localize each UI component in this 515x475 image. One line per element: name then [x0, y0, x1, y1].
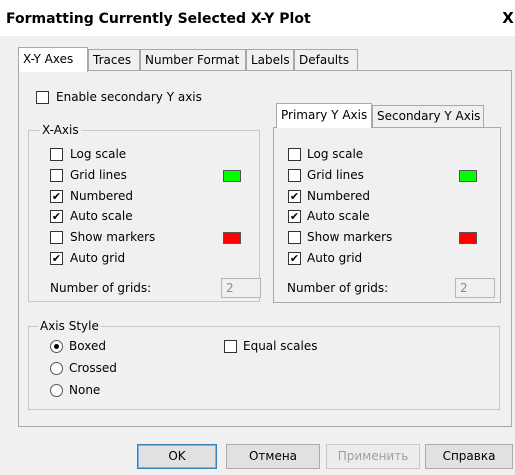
x-num-grids-input[interactable]: 2	[221, 278, 261, 298]
crossed-label: Crossed	[69, 361, 117, 375]
y-num-grids-input[interactable]: 2	[455, 278, 495, 298]
tab-secondary-y-axis[interactable]: Secondary Y Axis	[372, 105, 484, 127]
y-num-grids-label: Number of grids:	[287, 281, 389, 295]
x-marker-color-swatch[interactable]	[223, 232, 241, 244]
none-label: None	[69, 383, 101, 397]
enable-secondary-y-checkbox[interactable]	[36, 91, 49, 104]
help-button[interactable]: Справка	[425, 444, 513, 469]
y-marker-color-swatch[interactable]	[459, 232, 477, 244]
y-grid-lines-checkbox[interactable]	[288, 169, 301, 182]
tab-defaults[interactable]: Defaults	[294, 49, 358, 71]
x-auto-scale-checkbox[interactable]: ✔	[50, 210, 63, 223]
x-show-markers-label: Show markers	[70, 230, 156, 244]
x-grid-color-swatch[interactable]	[223, 170, 241, 182]
x-numbered-checkbox[interactable]: ✔	[50, 190, 63, 203]
none-radio[interactable]	[50, 384, 63, 397]
close-button[interactable]: X	[501, 8, 515, 28]
enable-secondary-y-label: Enable secondary Y axis	[56, 90, 202, 104]
y-grid-color-swatch[interactable]	[459, 170, 477, 182]
y-auto-scale-label: Auto scale	[307, 209, 370, 223]
x-grid-lines-checkbox[interactable]	[50, 169, 63, 182]
y-log-scale-label: Log scale	[307, 147, 364, 161]
y-numbered-label: Numbered	[307, 189, 370, 203]
x-auto-grid-label: Auto grid	[70, 251, 126, 265]
y-log-scale-checkbox[interactable]	[288, 148, 301, 161]
ok-button[interactable]: OK	[137, 444, 217, 469]
axis-style-group-title: Axis Style	[38, 319, 101, 333]
x-grid-lines-label: Grid lines	[70, 168, 127, 182]
equal-scales-label: Equal scales	[243, 339, 318, 353]
y-grid-lines-label: Grid lines	[307, 168, 364, 182]
window-title: Formatting Currently Selected X-Y Plot	[6, 11, 311, 27]
tab-labels[interactable]: Labels	[246, 49, 294, 71]
equal-scales-checkbox[interactable]	[224, 340, 237, 353]
x-num-grids-label: Number of grids:	[50, 281, 152, 295]
boxed-radio[interactable]	[50, 340, 63, 353]
tab-primary-y-axis[interactable]: Primary Y Axis	[276, 103, 372, 128]
tab-number-format[interactable]: Number Format	[140, 49, 246, 71]
y-numbered-checkbox[interactable]: ✔	[288, 190, 301, 203]
x-show-markers-checkbox[interactable]	[50, 231, 63, 244]
crossed-radio[interactable]	[50, 362, 63, 375]
apply-button[interactable]: Применить	[326, 444, 420, 469]
y-auto-scale-checkbox[interactable]: ✔	[288, 210, 301, 223]
y-show-markers-label: Show markers	[307, 230, 393, 244]
boxed-label: Boxed	[69, 339, 106, 353]
y-auto-grid-label: Auto grid	[307, 251, 363, 265]
x-axis-group-title: X-Axis	[40, 123, 81, 137]
tab-traces[interactable]: Traces	[88, 49, 140, 71]
y-auto-grid-checkbox[interactable]: ✔	[288, 252, 301, 265]
x-numbered-label: Numbered	[70, 189, 133, 203]
cancel-button[interactable]: Отмена	[226, 444, 320, 469]
title-bar: Formatting Currently Selected X-Y Plot X	[0, 0, 515, 36]
x-auto-scale-label: Auto scale	[70, 209, 133, 223]
x-auto-grid-checkbox[interactable]: ✔	[50, 252, 63, 265]
x-log-scale-label: Log scale	[70, 147, 127, 161]
tab-xy-axes[interactable]: X-Y Axes	[18, 47, 88, 72]
y-show-markers-checkbox[interactable]	[288, 231, 301, 244]
x-log-scale-checkbox[interactable]	[50, 148, 63, 161]
